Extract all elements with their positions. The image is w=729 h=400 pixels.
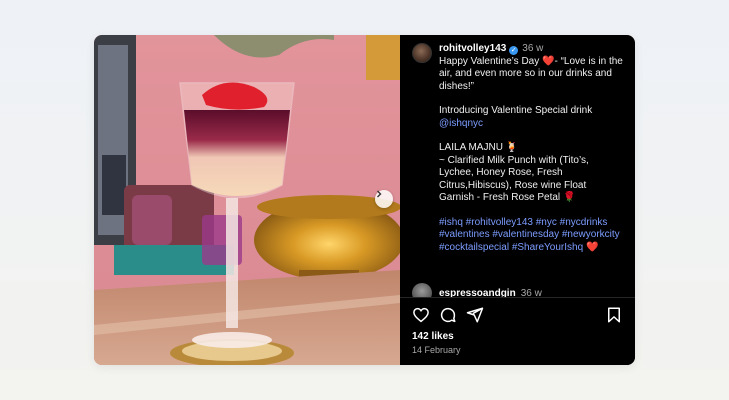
author-username[interactable]: rohitvolley143 — [439, 43, 506, 54]
post-date: 14 February — [412, 345, 461, 355]
heart-emoji-end: ❤️ — [585, 241, 599, 253]
caption-section: rohitvolley143 ✓ 36 w Happy Valentine’s Da… — [400, 35, 635, 297]
post-time[interactable]: 36 w — [522, 43, 543, 54]
share-icon[interactable] — [466, 306, 484, 324]
post-sidebar: rohitvolley143 ✓ 36 w Happy Valentine’s Da… — [400, 35, 635, 365]
drink-name: LAILA MAJNU — [439, 142, 503, 153]
comment-icon[interactable] — [439, 306, 457, 324]
heart-icon[interactable] — [412, 306, 430, 324]
cocktail-emoji: 🍹 — [505, 142, 519, 153]
drink-description: ~ Clarified Milk Punch with (Tito’s, Lyc… — [439, 154, 589, 191]
post-card: rohitvolley143 ✓ 36 w Happy Valentine’s Da… — [94, 35, 635, 365]
intro-paragraph: Introducing Valentine Special drink @ish… — [439, 105, 623, 130]
next-image-button[interactable] — [375, 190, 393, 208]
likes-count[interactable]: 142 likes — [412, 331, 454, 342]
post-image[interactable] — [94, 35, 400, 365]
caption-text: rohitvolley143 ✓ 36 w Happy Valentine’s Da… — [439, 43, 623, 254]
intro-text: Introducing Valentine Special drink — [439, 105, 593, 116]
heart-emoji: ❤️ — [542, 55, 555, 67]
drink-garnish: Garnish - Fresh Rose Petal — [439, 192, 561, 203]
drink-paragraph: LAILA MAJNU 🍹 ~ Clarified Milk Punch wit… — [439, 142, 623, 205]
rose-emoji: 🌹 — [562, 192, 576, 203]
bookmark-icon[interactable] — [605, 306, 623, 324]
mention-link[interactable]: @ishqnyc — [439, 118, 483, 129]
verified-icon: ✓ — [509, 46, 519, 55]
action-bar: 142 likes 14 February — [400, 298, 635, 365]
hashtags-paragraph: #ishq #rohitvolley143 #nyc #nycdrinks #v… — [439, 217, 623, 255]
author-avatar[interactable] — [412, 43, 432, 63]
caption-greeting: Happy Valentine’s Day — [439, 55, 540, 67]
